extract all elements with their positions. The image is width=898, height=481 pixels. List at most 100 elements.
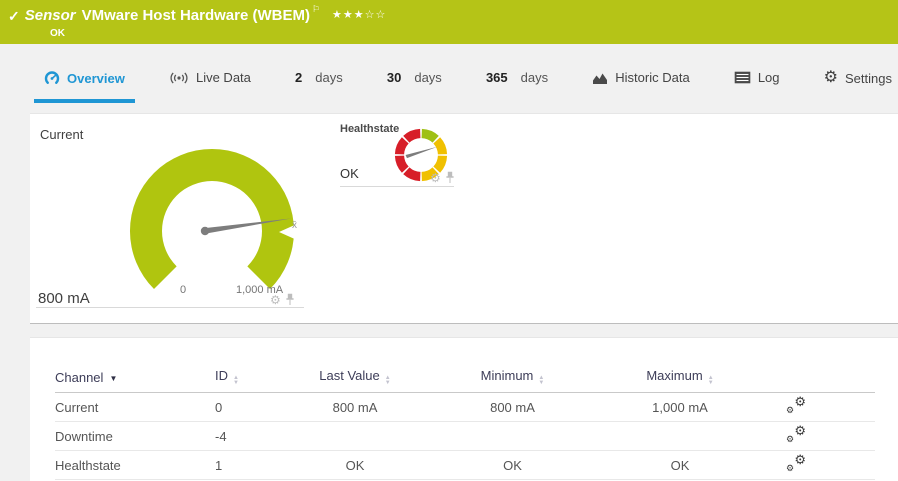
prtg-sensor-page: ✓ Sensor VMware Host Hardware (WBEM) ⚐ ★… (0, 0, 898, 481)
maximum-cell: OK (600, 450, 760, 480)
healthstate-gauge-value: OK (340, 166, 359, 181)
table-row: Healthstate 1 OK OK OK ⚙ ⚙ (55, 450, 875, 480)
current-gauge-value: 800 mA (38, 290, 90, 307)
tab-historic-data[interactable]: Historic Data (592, 62, 690, 102)
tab-label: Settings (845, 70, 892, 86)
tab-label: Log (757, 70, 780, 85)
tab-label: Overview (67, 70, 125, 86)
channel-settings-icon[interactable]: ⚙ ⚙ (786, 395, 806, 415)
segment-ok (421, 128, 439, 143)
sort-icon: ▲ ▼ (233, 375, 239, 386)
column-header-actions (760, 362, 875, 393)
tab-live-data[interactable]: Live Data (169, 62, 251, 102)
flag-icon: ⚐ (311, 4, 321, 14)
gauge-arc (129, 148, 295, 289)
gear-icon[interactable]: ⚙ (270, 294, 281, 306)
tab-number: 2 (295, 70, 303, 85)
channel-id-cell: 0 (215, 392, 285, 422)
channel-table: Channel ▼ ID ▲ ▼ Last Value ▲ ▼ Minimum ▲ ▼ Max… (55, 362, 875, 480)
column-header-minimum[interactable]: Minimum ▲ ▼ (425, 362, 600, 393)
actions-cell: ⚙ ⚙ (760, 421, 875, 451)
last-value-cell: 800 mA (285, 392, 425, 422)
column-label: Minimum (480, 368, 534, 383)
tab-label: days (520, 70, 549, 85)
sensor-kind-label: Sensor (24, 7, 76, 24)
current-gauge-tools: ⚙ (270, 293, 295, 306)
sensor-header: ✓ Sensor VMware Host Hardware (WBEM) ⚐ ★… (0, 0, 898, 44)
mini-gauge-needle (405, 146, 438, 159)
column-header-id[interactable]: ID ▲ ▼ (215, 362, 285, 393)
channel-id-cell: -4 (215, 421, 285, 451)
segment-error (403, 167, 421, 182)
last-value-cell: OK (285, 450, 425, 480)
broadcast-icon (170, 72, 188, 83)
maximum-cell (600, 421, 760, 451)
actions-cell: ⚙ ⚙ (760, 392, 875, 422)
column-label: Maximum (646, 368, 703, 383)
segment-error (394, 155, 409, 173)
gear-icon[interactable]: ⚙ (430, 172, 441, 184)
needle-hub (200, 226, 210, 236)
pin-icon[interactable] (445, 171, 455, 184)
tab-number: 30 (386, 70, 402, 85)
log-icon (734, 71, 751, 84)
gauge-icon (44, 71, 60, 84)
pin-icon[interactable] (285, 293, 295, 306)
sensor-title-row: ✓ Sensor VMware Host Hardware (WBEM) ⚐ ★… (8, 4, 386, 25)
current-gauge-title: Current (40, 127, 84, 142)
gear-icon: ⚙ (823, 69, 839, 86)
segment-warning (433, 137, 448, 155)
tab-30-days[interactable]: 30 days (387, 62, 442, 102)
last-value-cell (285, 421, 425, 451)
table-header-row: Channel ▼ ID ▲ ▼ Last Value ▲ ▼ Minimum ▲ ▼ Max… (55, 362, 875, 393)
channel-name-cell: Downtime (55, 421, 215, 451)
healthstate-cell-divider (340, 186, 454, 187)
sort-icon: ▲ ▼ (384, 375, 391, 386)
sensor-title: VMware Host Hardware (WBEM) (81, 7, 310, 24)
column-label: Channel (55, 369, 104, 385)
gauge-cell-divider (36, 307, 304, 308)
tab-2-days[interactable]: 2 days (295, 62, 343, 102)
channel-table-panel: Channel ▼ ID ▲ ▼ Last Value ▲ ▼ Minimum ▲ ▼ Max… (30, 337, 898, 481)
minimum-cell (425, 421, 600, 451)
channel-id-cell: 1 (215, 450, 285, 480)
sort-icon: ▲ ▼ (538, 375, 545, 386)
tab-bar: Overview Live Data 2 days 30 days 365 da… (0, 62, 898, 103)
healthstate-gauge-title: Healthstate (340, 123, 400, 135)
tab-number: 365 (485, 70, 508, 85)
tab-label: days (315, 70, 343, 85)
channel-name-cell: Current (55, 392, 215, 422)
healthstate-gauge-tools: ⚙ (430, 171, 455, 184)
column-label: Last Value (319, 368, 380, 383)
channel-settings-icon[interactable]: ⚙ ⚙ (786, 453, 806, 473)
segment-error (394, 137, 409, 155)
channel-settings-icon[interactable]: ⚙ ⚙ (786, 424, 806, 444)
tab-log[interactable]: Log (734, 62, 780, 102)
area-chart-icon (593, 73, 608, 84)
minimum-cell: OK (425, 450, 600, 480)
sort-desc-icon: ▼ (109, 373, 118, 383)
maximum-cell: 1,000 mA (600, 392, 760, 422)
table-row: Downtime -4 ⚙ ⚙ (55, 421, 875, 451)
tab-settings[interactable]: ⚙ Settings (824, 62, 892, 103)
average-marker-label: x̄ (292, 220, 297, 231)
column-label: ID (215, 368, 228, 383)
check-icon: ✓ (8, 8, 20, 24)
overview-gauges-panel: Current x̄ 0 1,000 mA 800 mA ⚙ Healthsta… (30, 113, 898, 324)
tab-label: Live Data (195, 70, 251, 85)
column-header-last-value[interactable]: Last Value ▲ ▼ (285, 362, 425, 393)
column-header-maximum[interactable]: Maximum ▲ ▼ (600, 362, 760, 393)
sensor-status-badge: OK (50, 28, 65, 39)
gauge-scale-min: 0 (180, 284, 187, 296)
priority-stars[interactable]: ★★★☆☆ (332, 8, 386, 21)
tab-365-days[interactable]: 365 days (486, 62, 548, 102)
channel-name-cell: Healthstate (55, 450, 215, 480)
tab-label: Historic Data (615, 70, 690, 85)
actions-cell: ⚙ ⚙ (760, 450, 875, 480)
minimum-cell: 800 mA (425, 392, 600, 422)
tab-label: days (414, 70, 442, 85)
segment-error (403, 128, 421, 143)
tab-overview[interactable]: Overview (34, 62, 135, 103)
column-header-channel[interactable]: Channel ▼ (55, 362, 215, 393)
sort-icon: ▲ ▼ (707, 375, 714, 386)
